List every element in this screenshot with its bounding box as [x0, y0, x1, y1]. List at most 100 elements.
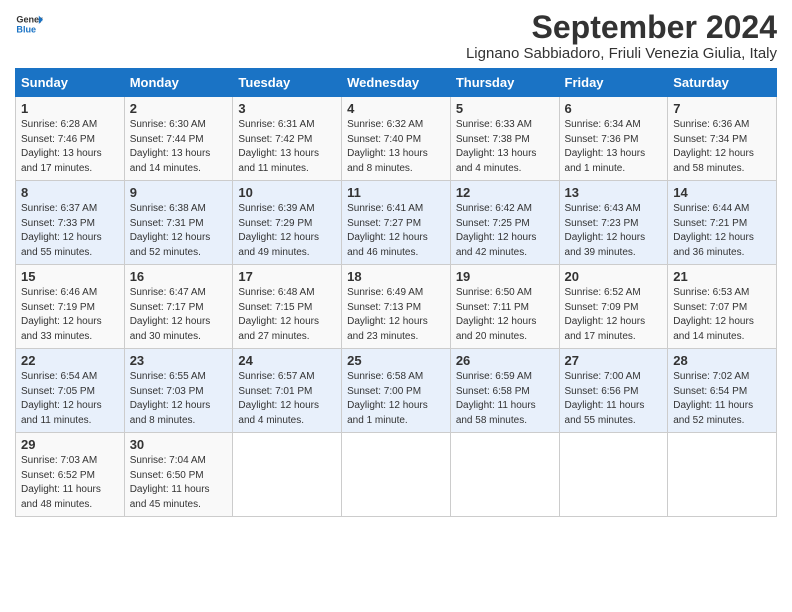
- logo: General Blue: [15, 10, 43, 38]
- day-number: 4: [347, 101, 445, 116]
- day-number: 9: [130, 185, 228, 200]
- day-info: Sunrise: 6:57 AMSunset: 7:01 PMDaylight:…: [238, 370, 336, 428]
- title-block: September 2024 Lignano Sabbiadoro, Friul…: [466, 10, 777, 62]
- calendar-cell: 16 Sunrise: 6:47 AMSunset: 7:17 PMDayligh…: [124, 265, 233, 349]
- day-number: 6: [565, 101, 663, 116]
- day-number: 7: [673, 101, 771, 116]
- logo-icon: General Blue: [15, 10, 43, 38]
- day-number: 27: [565, 353, 663, 368]
- calendar-cell: 9Sunrise: 6:38 AMSunset: 7:31 PMDaylight…: [124, 181, 233, 265]
- calendar-cell: [559, 433, 668, 517]
- week-row-3: 15Sunrise: 6:46 AMSunset: 7:19 PMDayligh…: [16, 265, 777, 349]
- day-info: Sunrise: 6:59 AMSunset: 6:58 PMDaylight:…: [456, 370, 554, 428]
- week-row-5: 29 Sunrise: 7:03 AMSunset: 6:52 PMDayligh…: [16, 433, 777, 517]
- week-row-2: 8 Sunrise: 6:37 AMSunset: 7:33 PMDaylight…: [16, 181, 777, 265]
- day-number: 26: [456, 353, 554, 368]
- calendar-cell: 27 Sunrise: 7:00 AMSunset: 6:56 PMDayligh…: [559, 349, 668, 433]
- day-info: Sunrise: 6:31 AMSunset: 7:42 PMDaylight:…: [238, 118, 336, 176]
- calendar-cell: 28 Sunrise: 7:02 AMSunset: 6:54 PMDayligh…: [668, 349, 777, 433]
- day-number: 17: [238, 269, 336, 284]
- day-number: 25: [347, 353, 445, 368]
- day-number: 23: [130, 353, 228, 368]
- day-info: Sunrise: 6:43 AMSunset: 7:23 PMDaylight:…: [565, 202, 663, 260]
- day-info: Sunrise: 6:53 AMSunset: 7:07 PMDaylight:…: [673, 286, 771, 344]
- day-info: Sunrise: 6:58 AMSunset: 7:00 PMDaylight:…: [347, 370, 445, 428]
- header: General Blue September 2024 Lignano Sabb…: [15, 10, 777, 62]
- calendar-cell: 4 Sunrise: 6:32 AMSunset: 7:40 PMDaylight…: [342, 97, 451, 181]
- day-info: Sunrise: 6:36 AMSunset: 7:34 PMDaylight:…: [673, 118, 771, 176]
- day-number: 8: [21, 185, 119, 200]
- day-info: Sunrise: 6:32 AMSunset: 7:40 PMDaylight:…: [347, 118, 445, 176]
- calendar-cell: 14Sunrise: 6:44 AMSunset: 7:21 PMDayligh…: [668, 181, 777, 265]
- day-number: 13: [565, 185, 663, 200]
- day-info: Sunrise: 6:34 AMSunset: 7:36 PMDaylight:…: [565, 118, 663, 176]
- calendar-cell: 17Sunrise: 6:48 AMSunset: 7:15 PMDayligh…: [233, 265, 342, 349]
- day-number: 21: [673, 269, 771, 284]
- day-number: 16: [130, 269, 228, 284]
- day-info: Sunrise: 6:30 AMSunset: 7:44 PMDaylight:…: [130, 118, 228, 176]
- calendar-cell: 21 Sunrise: 6:53 AMSunset: 7:07 PMDayligh…: [668, 265, 777, 349]
- day-number: 20: [565, 269, 663, 284]
- calendar-cell: 19 Sunrise: 6:50 AMSunset: 7:11 PMDayligh…: [450, 265, 559, 349]
- day-info: Sunrise: 6:33 AMSunset: 7:38 PMDaylight:…: [456, 118, 554, 176]
- day-number: 14: [673, 185, 771, 200]
- day-number: 30: [130, 437, 228, 452]
- calendar-cell: 6 Sunrise: 6:34 AMSunset: 7:36 PMDaylight…: [559, 97, 668, 181]
- calendar-subtitle: Lignano Sabbiadoro, Friuli Venezia Giuli…: [466, 45, 777, 62]
- calendar-cell: 1 Sunrise: 6:28 AMSunset: 7:46 PMDaylight…: [16, 97, 125, 181]
- day-info: Sunrise: 6:39 AMSunset: 7:29 PMDaylight:…: [238, 202, 336, 260]
- calendar-cell: 18Sunrise: 6:49 AMSunset: 7:13 PMDayligh…: [342, 265, 451, 349]
- day-number: 1: [21, 101, 119, 116]
- day-info: Sunrise: 6:54 AMSunset: 7:05 PMDaylight:…: [21, 370, 119, 428]
- calendar-cell: [450, 433, 559, 517]
- day-info: Sunrise: 6:52 AMSunset: 7:09 PMDaylight:…: [565, 286, 663, 344]
- day-header-monday: Monday: [124, 69, 233, 97]
- day-number: 2: [130, 101, 228, 116]
- day-number: 15: [21, 269, 119, 284]
- calendar-cell: 20 Sunrise: 6:52 AMSunset: 7:09 PMDayligh…: [559, 265, 668, 349]
- day-number: 5: [456, 101, 554, 116]
- calendar-cell: 15Sunrise: 6:46 AMSunset: 7:19 PMDayligh…: [16, 265, 125, 349]
- day-number: 24: [238, 353, 336, 368]
- day-number: 22: [21, 353, 119, 368]
- day-number: 29: [21, 437, 119, 452]
- calendar-cell: 8 Sunrise: 6:37 AMSunset: 7:33 PMDaylight…: [16, 181, 125, 265]
- svg-text:Blue: Blue: [16, 24, 36, 34]
- day-header-tuesday: Tuesday: [233, 69, 342, 97]
- day-header-thursday: Thursday: [450, 69, 559, 97]
- week-row-1: 1 Sunrise: 6:28 AMSunset: 7:46 PMDaylight…: [16, 97, 777, 181]
- calendar-table: SundayMondayTuesdayWednesdayThursdayFrid…: [15, 68, 777, 517]
- calendar-cell: 26 Sunrise: 6:59 AMSunset: 6:58 PMDayligh…: [450, 349, 559, 433]
- calendar-cell: 13 Sunrise: 6:43 AMSunset: 7:23 PMDayligh…: [559, 181, 668, 265]
- day-info: Sunrise: 6:50 AMSunset: 7:11 PMDaylight:…: [456, 286, 554, 344]
- day-info: Sunrise: 6:42 AMSunset: 7:25 PMDaylight:…: [456, 202, 554, 260]
- day-info: Sunrise: 6:28 AMSunset: 7:46 PMDaylight:…: [21, 118, 119, 176]
- week-row-4: 22 Sunrise: 6:54 AMSunset: 7:05 PMDayligh…: [16, 349, 777, 433]
- calendar-cell: 3 Sunrise: 6:31 AMSunset: 7:42 PMDaylight…: [233, 97, 342, 181]
- calendar-cell: [233, 433, 342, 517]
- day-number: 12: [456, 185, 554, 200]
- calendar-cell: 25 Sunrise: 6:58 AMSunset: 7:00 PMDayligh…: [342, 349, 451, 433]
- day-info: Sunrise: 7:00 AMSunset: 6:56 PMDaylight:…: [565, 370, 663, 428]
- calendar-cell: [668, 433, 777, 517]
- day-info: Sunrise: 6:47 AMSunset: 7:17 PMDaylight:…: [130, 286, 228, 344]
- day-info: Sunrise: 6:55 AMSunset: 7:03 PMDaylight:…: [130, 370, 228, 428]
- day-header-saturday: Saturday: [668, 69, 777, 97]
- calendar-cell: 22 Sunrise: 6:54 AMSunset: 7:05 PMDayligh…: [16, 349, 125, 433]
- calendar-cell: [342, 433, 451, 517]
- day-info: Sunrise: 6:41 AMSunset: 7:27 PMDaylight:…: [347, 202, 445, 260]
- day-info: Sunrise: 7:03 AMSunset: 6:52 PMDaylight:…: [21, 454, 119, 512]
- day-number: 28: [673, 353, 771, 368]
- day-info: Sunrise: 7:04 AMSunset: 6:50 PMDaylight:…: [130, 454, 228, 512]
- day-info: Sunrise: 6:37 AMSunset: 7:33 PMDaylight:…: [21, 202, 119, 260]
- calendar-cell: 29 Sunrise: 7:03 AMSunset: 6:52 PMDayligh…: [16, 433, 125, 517]
- calendar-title: September 2024: [466, 10, 777, 45]
- day-number: 19: [456, 269, 554, 284]
- calendar-body: 1 Sunrise: 6:28 AMSunset: 7:46 PMDaylight…: [16, 97, 777, 517]
- day-header-sunday: Sunday: [16, 69, 125, 97]
- day-info: Sunrise: 7:02 AMSunset: 6:54 PMDaylight:…: [673, 370, 771, 428]
- calendar-cell: 12 Sunrise: 6:42 AMSunset: 7:25 PMDayligh…: [450, 181, 559, 265]
- calendar-cell: 24 Sunrise: 6:57 AMSunset: 7:01 PMDayligh…: [233, 349, 342, 433]
- day-number: 3: [238, 101, 336, 116]
- calendar-cell: 2 Sunrise: 6:30 AMSunset: 7:44 PMDaylight…: [124, 97, 233, 181]
